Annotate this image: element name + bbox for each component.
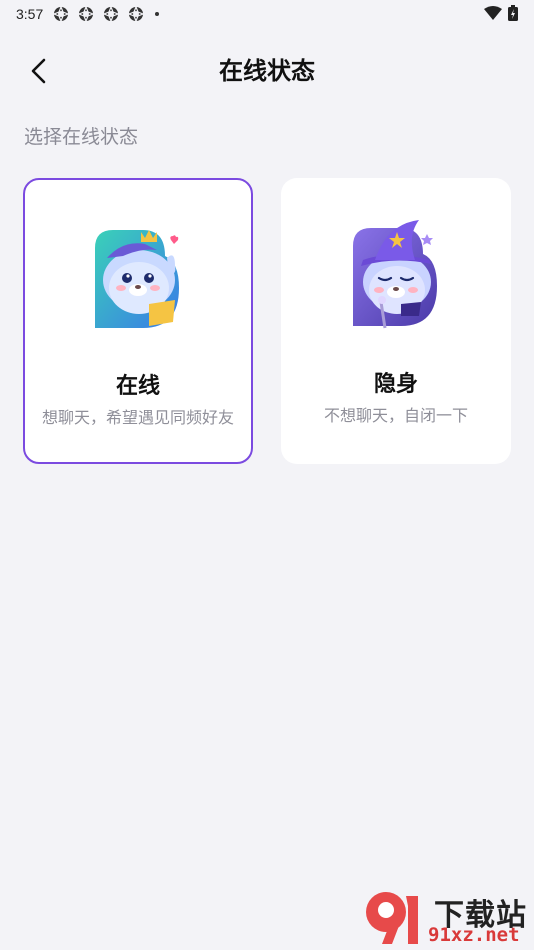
status-option-invisible[interactable]: 隐身 不想聊天，自闭一下	[281, 178, 511, 464]
status-time: 3:57	[16, 6, 44, 22]
option-description: 不想聊天，自闭一下	[323, 406, 468, 425]
openai-app-icon	[52, 5, 70, 23]
seal-mascot-wizard-icon	[341, 216, 451, 336]
option-title: 在线	[115, 374, 160, 399]
notification-dot-icon	[155, 12, 160, 16]
battery-charging-icon	[508, 4, 518, 24]
section-label: 选择在线状态	[24, 126, 139, 148]
watermark-logo: 下载站 91xz.net	[362, 888, 532, 948]
option-title: 隐身	[373, 372, 418, 397]
status-bar: 3:57	[0, 0, 534, 28]
status-option-online[interactable]: 在线 想聊天，希望遇见同频好友	[23, 178, 253, 464]
status-right	[484, 4, 518, 24]
openai-app-icon	[127, 5, 145, 23]
page-title: 在线状态	[219, 57, 315, 85]
option-description: 想聊天，希望遇见同频好友	[41, 408, 234, 427]
seal-mascot-crown-icon	[83, 218, 193, 338]
watermark-text-bottom: 91xz.net	[428, 924, 520, 946]
header: 在线状态	[0, 44, 534, 96]
watermark-emblem-icon	[366, 892, 418, 944]
openai-app-icon	[77, 5, 95, 23]
openai-app-icon	[102, 5, 120, 23]
wifi-icon	[484, 5, 502, 23]
